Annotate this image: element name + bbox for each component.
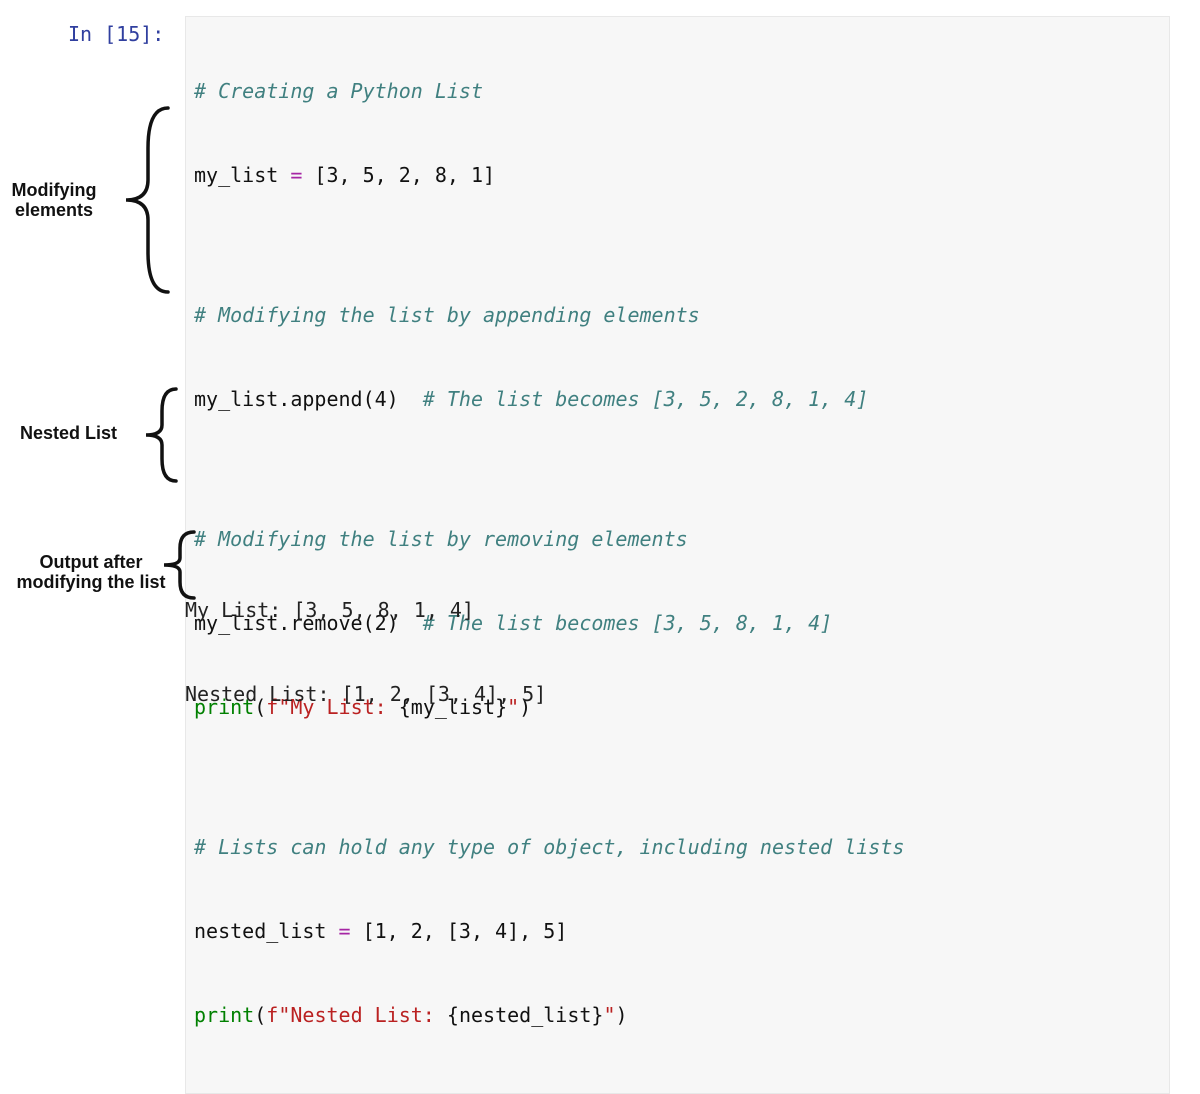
page: In [15]: # Creating a Python List my_lis… [0,0,1200,630]
operator: = [278,163,314,187]
output-line: Nested List: [1, 2, [3, 4], 5] [185,680,1170,708]
builtin: print [194,1003,254,1027]
comment: # The list becomes [3, 5, 2, 8, 1, 4] [423,387,869,411]
identifier: my_list [194,163,278,187]
string-prefix: f [266,1003,278,1027]
brace-icon [132,381,184,489]
paren: ) [616,1003,628,1027]
annotation-nested: Nested List [20,423,117,443]
paren: ( [254,1003,266,1027]
comment: # Lists can hold any type of object, inc… [194,835,904,859]
identifier: nested_list [194,919,326,943]
code-line: # Creating a Python List [194,77,1161,105]
output-line: My List: [3, 5, 8, 1, 4] [185,596,1170,624]
code-line: nested_list = [1, 2, [3, 4], 5] [194,917,1161,945]
code-line: my_list.append(4) # The list becomes [3,… [194,385,1161,413]
call: my_list.append(4) [194,387,399,411]
annotation-modifying: Modifyingelements [4,180,104,220]
code-line: # Modifying the list by appending elemen… [194,301,1161,329]
input-prompt: In [15]: [68,20,164,48]
f-string-interp: {nested_list} [447,1003,604,1027]
pad [399,387,423,411]
operator: = [326,919,362,943]
code-output-cell: My List: [3, 5, 8, 1, 4] Nested List: [1… [185,540,1170,764]
annotation-output: Output aftermodifying the list [6,552,176,592]
string: Nested List: [290,1003,447,1027]
literal: [3, 5, 2, 8, 1] [314,163,495,187]
string: " [278,1003,290,1027]
code-line: print(f"Nested List: {nested_list}") [194,1001,1161,1029]
code-line: # Lists can hold any type of object, inc… [194,833,1161,861]
literal: [1, 2, [3, 4], 5] [363,919,568,943]
comment: # Modifying the list by appending elemen… [194,303,700,327]
comment: # Creating a Python List [194,79,483,103]
string: " [603,1003,615,1027]
code-line: my_list = [3, 5, 2, 8, 1] [194,161,1161,189]
brace-icon [108,100,180,300]
